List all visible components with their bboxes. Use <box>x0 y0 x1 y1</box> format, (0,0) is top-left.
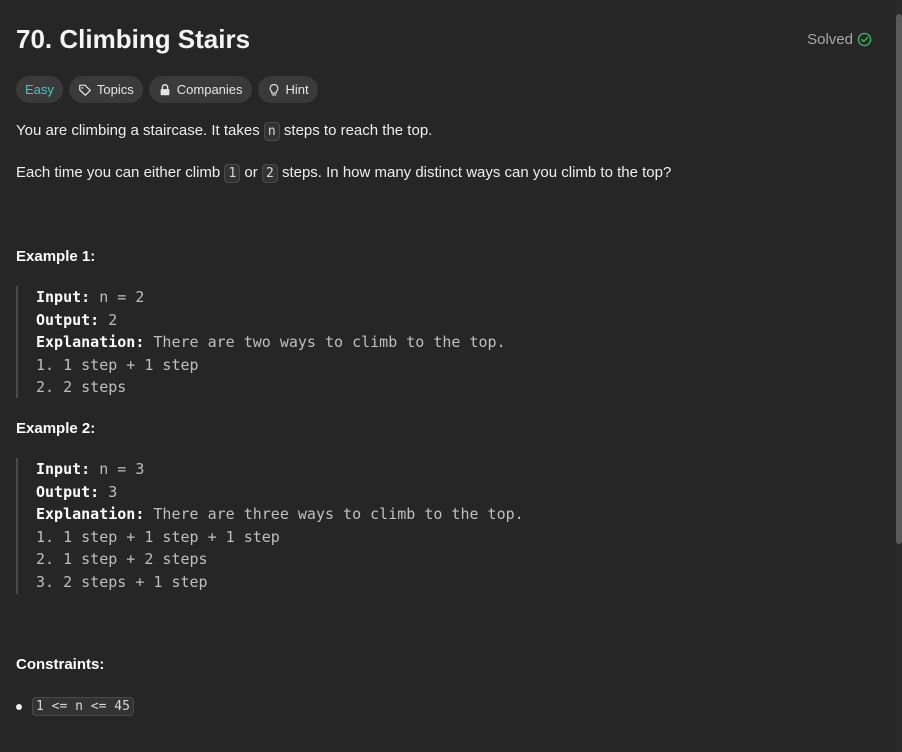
value: n = 3 <box>90 460 145 478</box>
companies-label: Companies <box>176 82 243 97</box>
example-2-block: Input: n = 3 Output: 3 Explanation: Ther… <box>16 458 736 594</box>
companies-button[interactable]: Companies <box>148 76 252 103</box>
example-2-line: 3. 2 steps + 1 step <box>36 572 208 591</box>
example-1-heading: Example 1: <box>16 248 96 265</box>
label: Output: <box>36 310 100 329</box>
text: steps. In how many distinct ways can you… <box>277 164 672 181</box>
text: steps to reach the top. <box>279 122 433 139</box>
scrollbar-thumb[interactable] <box>896 14 902 544</box>
description-paragraph-1: You are climbing a staircase. It takes n… <box>16 122 433 141</box>
label: Input: <box>36 460 91 478</box>
example-1-explanation: Explanation: There are two ways to climb… <box>36 331 736 354</box>
example-2-output: Output: 3 <box>36 481 736 504</box>
example-1-line: 1. 1 step + 1 step <box>36 355 199 374</box>
value: 2 <box>99 310 118 329</box>
text: Each time you can either climb <box>16 164 225 181</box>
example-2-line: 1. 1 step + 1 step + 1 step <box>36 527 280 546</box>
lock-icon <box>160 83 170 95</box>
hint-button[interactable]: Hint <box>257 76 318 103</box>
example-2-heading: Example 2: <box>16 420 96 437</box>
example-1-input: Input: n = 2 <box>36 286 736 309</box>
problem-description-panel: 70. Climbing Stairs Solved Easy Topics C… <box>0 0 896 752</box>
example-1-line: 2. 2 steps <box>36 378 127 396</box>
topics-button[interactable]: Topics <box>68 76 143 103</box>
constraint-code: 1 <= n <= 45 <box>32 697 134 716</box>
example-2-explanation: Explanation: There are three ways to cli… <box>36 503 736 526</box>
label: Output: <box>36 482 100 501</box>
bullet-icon <box>16 703 22 710</box>
value: There are three ways to climb to the top… <box>144 505 524 523</box>
example-2-input: Input: n = 3 <box>36 458 736 481</box>
example-1-output: Output: 2 <box>36 309 736 332</box>
scrollbar-track[interactable] <box>896 0 902 752</box>
tag-bar: Easy Topics Companies Hint <box>16 76 318 103</box>
value: 3 <box>99 482 118 501</box>
value: There are two ways to climb to the top. <box>144 333 506 351</box>
constraints-heading: Constraints: <box>16 656 105 673</box>
solved-label: Solved <box>807 31 853 48</box>
check-circle-icon <box>857 32 872 47</box>
label: Explanation: <box>36 505 145 523</box>
text: or <box>240 164 262 181</box>
example-1-block: Input: n = 2 Output: 2 Explanation: Ther… <box>16 286 736 398</box>
solved-status: Solved <box>807 31 872 48</box>
description-paragraph-2: Each time you can either climb 1 or 2 st… <box>16 164 672 183</box>
text: You are climbing a staircase. It takes <box>16 122 264 139</box>
inline-code: n <box>263 122 280 141</box>
label: Explanation: <box>36 333 145 351</box>
label: Input: <box>36 288 91 306</box>
inline-code: 1 <box>224 164 241 183</box>
hint-label: Hint <box>285 82 309 97</box>
lightbulb-icon <box>269 83 278 95</box>
tag-icon <box>79 84 91 96</box>
difficulty-label: Easy <box>25 82 54 97</box>
constraint-item: 1 <= n <= 45 <box>16 697 134 716</box>
difficulty-badge[interactable]: Easy <box>16 76 63 103</box>
topics-label: Topics <box>96 82 134 97</box>
example-2-line: 2. 1 step + 2 steps <box>36 550 208 568</box>
problem-title: 70. Climbing Stairs <box>16 24 251 54</box>
inline-code: 2 <box>261 164 278 183</box>
value: n = 2 <box>90 288 145 306</box>
